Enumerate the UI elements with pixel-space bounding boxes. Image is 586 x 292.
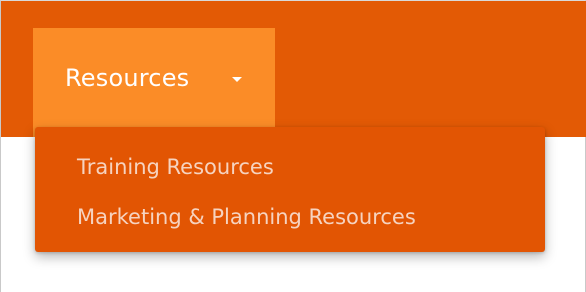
resources-menu-button[interactable]: Resources — [33, 28, 275, 137]
caret-down-icon — [232, 77, 242, 82]
resources-menu-label: Resources — [65, 64, 190, 92]
dropdown-item-marketing-planning-resources[interactable]: Marketing & Planning Resources — [77, 204, 416, 230]
resources-dropdown-menu: Training Resources Marketing & Planning … — [35, 127, 545, 252]
top-navbar: Resources — [1, 1, 586, 137]
page-frame: Resources Training Resources Marketing &… — [0, 0, 586, 292]
dropdown-item-training-resources[interactable]: Training Resources — [77, 154, 274, 180]
